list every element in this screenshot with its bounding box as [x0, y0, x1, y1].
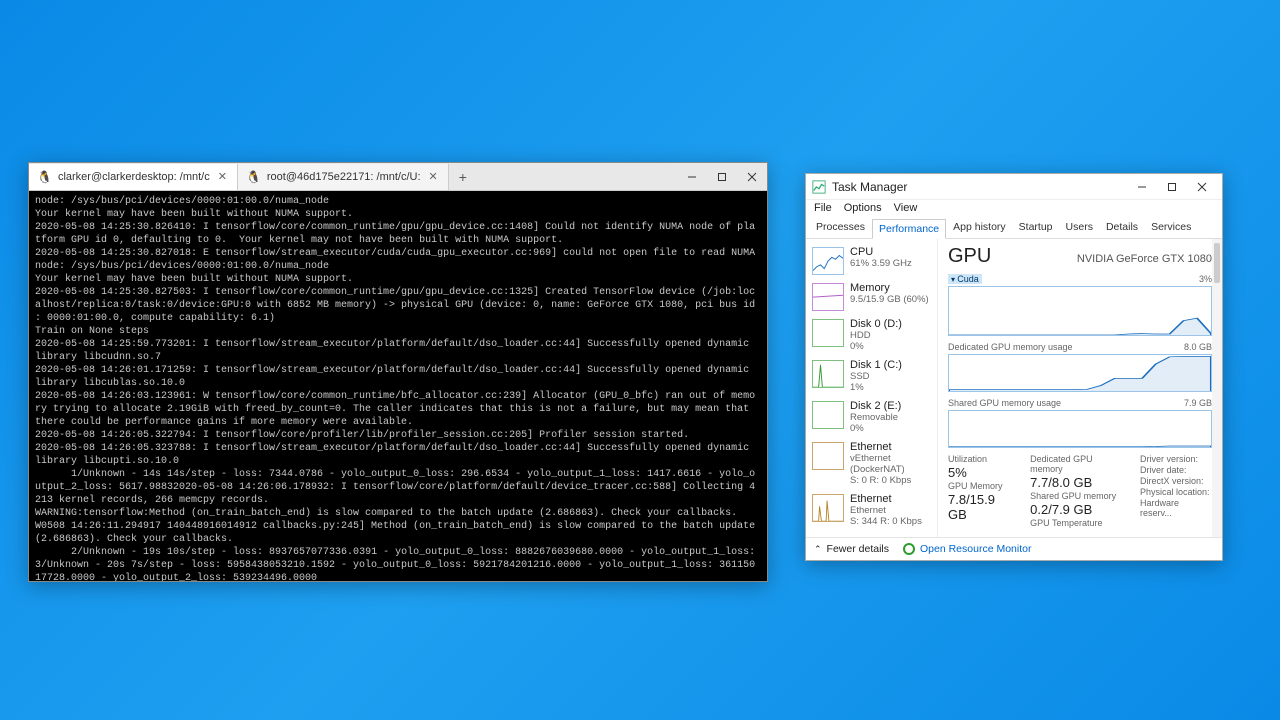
menu-file[interactable]: File — [814, 202, 832, 214]
resource-monitor-icon — [903, 543, 915, 555]
terminal-tab-2-label: root@46d175e22171: /mnt/c/U: — [267, 171, 421, 183]
task-manager-window: Task Manager File Options View Processes… — [805, 173, 1223, 561]
gpu-detail-pane: GPU NVIDIA GeForce GTX 1080 ▾ Cuda 3% Ded… — [938, 239, 1222, 537]
dedicated-memory-chart[interactable] — [948, 354, 1212, 392]
gpu-device-name: NVIDIA GeForce GTX 1080 — [1077, 253, 1212, 265]
tab-details[interactable]: Details — [1100, 218, 1144, 238]
menu-options[interactable]: Options — [844, 202, 882, 214]
sidebar-item-label: Ethernet — [850, 494, 922, 505]
disk-mini-graph — [812, 319, 844, 347]
sidebar-item-label: Disk 2 (E:) — [850, 401, 901, 412]
stat-dedmem-value: 7.7/8.0 GB — [1030, 475, 1126, 490]
minimize-button[interactable] — [677, 165, 707, 189]
sidebar-item-disk-d[interactable]: Disk 0 (D:)HDD0% — [806, 315, 937, 356]
shared-memory-chart[interactable] — [948, 410, 1212, 448]
fewer-details-button[interactable]: ⌃Fewer details — [814, 543, 889, 555]
cpu-mini-graph — [812, 247, 844, 275]
terminal-tab-1-label: clarker@clarkerdesktop: /mnt/c — [58, 171, 210, 183]
sidebar-item-label: Disk 0 (D:) — [850, 319, 902, 330]
stat-util-value: 5% — [948, 465, 1016, 480]
sidebar-item-label: Memory — [850, 283, 929, 294]
ethernet-mini-graph — [812, 442, 844, 470]
linux-icon: 🐧 — [37, 170, 52, 184]
close-button[interactable] — [1188, 177, 1216, 197]
task-manager-titlebar[interactable]: Task Manager — [806, 174, 1222, 200]
close-icon[interactable]: ✕ — [427, 170, 440, 183]
stat-util-label: Utilization — [948, 454, 1016, 464]
scrollbar[interactable] — [1212, 239, 1222, 537]
shmem-label: Shared GPU memory usage — [948, 398, 1061, 408]
sidebar-item-cpu[interactable]: CPU61% 3.59 GHz — [806, 243, 937, 279]
chevron-up-icon: ⌃ — [814, 544, 822, 555]
tab-performance[interactable]: Performance — [872, 219, 946, 239]
cuda-percent: 3% — [1199, 274, 1212, 284]
open-resource-monitor-link[interactable]: Open Resource Monitor — [903, 543, 1031, 555]
disk-mini-graph — [812, 401, 844, 429]
terminal-tabbar: 🐧 clarker@clarkerdesktop: /mnt/c ✕ 🐧 roo… — [29, 163, 767, 191]
task-manager-icon — [812, 180, 826, 194]
close-button[interactable] — [737, 165, 767, 189]
tab-services[interactable]: Services — [1145, 218, 1197, 238]
shmem-max: 7.9 GB — [1184, 398, 1212, 408]
sidebar-item-disk-c[interactable]: Disk 1 (C:)SSD1% — [806, 356, 937, 397]
tab-startup[interactable]: Startup — [1013, 218, 1059, 238]
stat-temp-label: GPU Temperature — [1030, 518, 1126, 528]
sidebar-item-disk-e[interactable]: Disk 2 (E:)Removable0% — [806, 397, 937, 438]
performance-sidebar[interactable]: CPU61% 3.59 GHz Memory9.5/15.9 GB (60%) … — [806, 239, 938, 537]
task-manager-footer: ⌃Fewer details Open Resource Monitor — [806, 537, 1222, 560]
terminal-window: 🐧 clarker@clarkerdesktop: /mnt/c ✕ 🐧 roo… — [28, 162, 768, 582]
tab-processes[interactable]: Processes — [810, 218, 871, 238]
terminal-tab-1[interactable]: 🐧 clarker@clarkerdesktop: /mnt/c ✕ — [29, 164, 238, 190]
dedmem-max: 8.0 GB — [1184, 342, 1212, 352]
tab-app-history[interactable]: App history — [947, 218, 1012, 238]
task-manager-tabs: Processes Performance App history Startu… — [806, 218, 1222, 239]
close-icon[interactable]: ✕ — [216, 170, 229, 183]
memory-mini-graph — [812, 283, 844, 311]
gpu-title: GPU — [948, 245, 991, 268]
stat-gpumem-value: 7.8/15.9 GB — [948, 492, 1016, 522]
cuda-chart[interactable] — [948, 286, 1212, 336]
maximize-button[interactable] — [1158, 177, 1186, 197]
new-tab-button[interactable]: + — [449, 169, 477, 185]
minimize-button[interactable] — [1128, 177, 1156, 197]
terminal-tab-2[interactable]: 🐧 root@46d175e22171: /mnt/c/U: ✕ — [238, 164, 449, 190]
sidebar-item-memory[interactable]: Memory9.5/15.9 GB (60%) — [806, 279, 937, 315]
cuda-dropdown[interactable]: ▾ Cuda — [948, 274, 982, 284]
ethernet-mini-graph — [812, 494, 844, 522]
stat-shmem-label: Shared GPU memory — [1030, 491, 1126, 501]
stat-shmem-value: 0.2/7.9 GB — [1030, 502, 1126, 517]
linux-icon: 🐧 — [246, 170, 261, 184]
stat-dedmem-label: Dedicated GPU memory — [1030, 454, 1126, 474]
gpu-details: Driver version: Driver date: DirectX ver… — [1140, 454, 1212, 528]
stat-gpumem-label: GPU Memory — [948, 481, 1016, 491]
sidebar-item-ethernet-docker[interactable]: EthernetvEthernet (DockerNAT)S: 0 R: 0 K… — [806, 438, 937, 490]
terminal-output[interactable]: node: /sys/bus/pci/devices/0000:01:00.0/… — [29, 191, 767, 581]
menu-view[interactable]: View — [894, 202, 918, 214]
tab-users[interactable]: Users — [1060, 218, 1099, 238]
disk-mini-graph — [812, 360, 844, 388]
sidebar-item-label: Ethernet — [850, 442, 931, 453]
sidebar-item-ethernet[interactable]: EthernetEthernetS: 344 R: 0 Kbps — [806, 490, 937, 531]
maximize-button[interactable] — [707, 165, 737, 189]
sidebar-item-label: Disk 1 (C:) — [850, 360, 902, 371]
task-manager-menubar: File Options View — [806, 200, 1222, 218]
task-manager-title: Task Manager — [832, 180, 1128, 194]
sidebar-item-label: CPU — [850, 247, 912, 258]
dedmem-label: Dedicated GPU memory usage — [948, 342, 1073, 352]
